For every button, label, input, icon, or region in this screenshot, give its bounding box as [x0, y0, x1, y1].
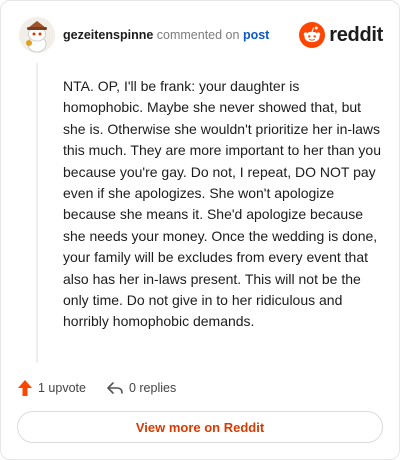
comment-meta: gezeitenspinne commented on post [63, 27, 269, 43]
reply-count: 0 replies [128, 381, 177, 395]
upvote-arrow-icon [18, 380, 32, 396]
reddit-logo-icon [299, 22, 326, 48]
reddit-brand[interactable]: reddit [299, 20, 383, 50]
embedded-comment-card: gezeitenspinne commented on post reddit … [0, 0, 400, 460]
comment-actions: 1 upvote 0 replies [17, 377, 196, 399]
upvote-button[interactable]: 1 upvote [17, 379, 86, 397]
upvote-count: 1 upvote [38, 381, 86, 395]
avatar-icon[interactable] [19, 17, 55, 53]
reply-arrow-icon [107, 382, 123, 394]
comment-header: gezeitenspinne commented on post reddit [19, 17, 383, 53]
reply-button[interactable]: 0 replies [106, 380, 176, 396]
username-link[interactable]: gezeitenspinne [63, 28, 153, 42]
comment-body: NTA. OP, I'll be frank: your daughter is… [63, 78, 382, 330]
post-link[interactable]: post [243, 28, 269, 42]
action-text: commented on [156, 28, 240, 42]
thread-line [36, 63, 38, 363]
reddit-wordmark: reddit [329, 23, 383, 46]
view-more-button[interactable]: View more on Reddit [17, 411, 383, 443]
